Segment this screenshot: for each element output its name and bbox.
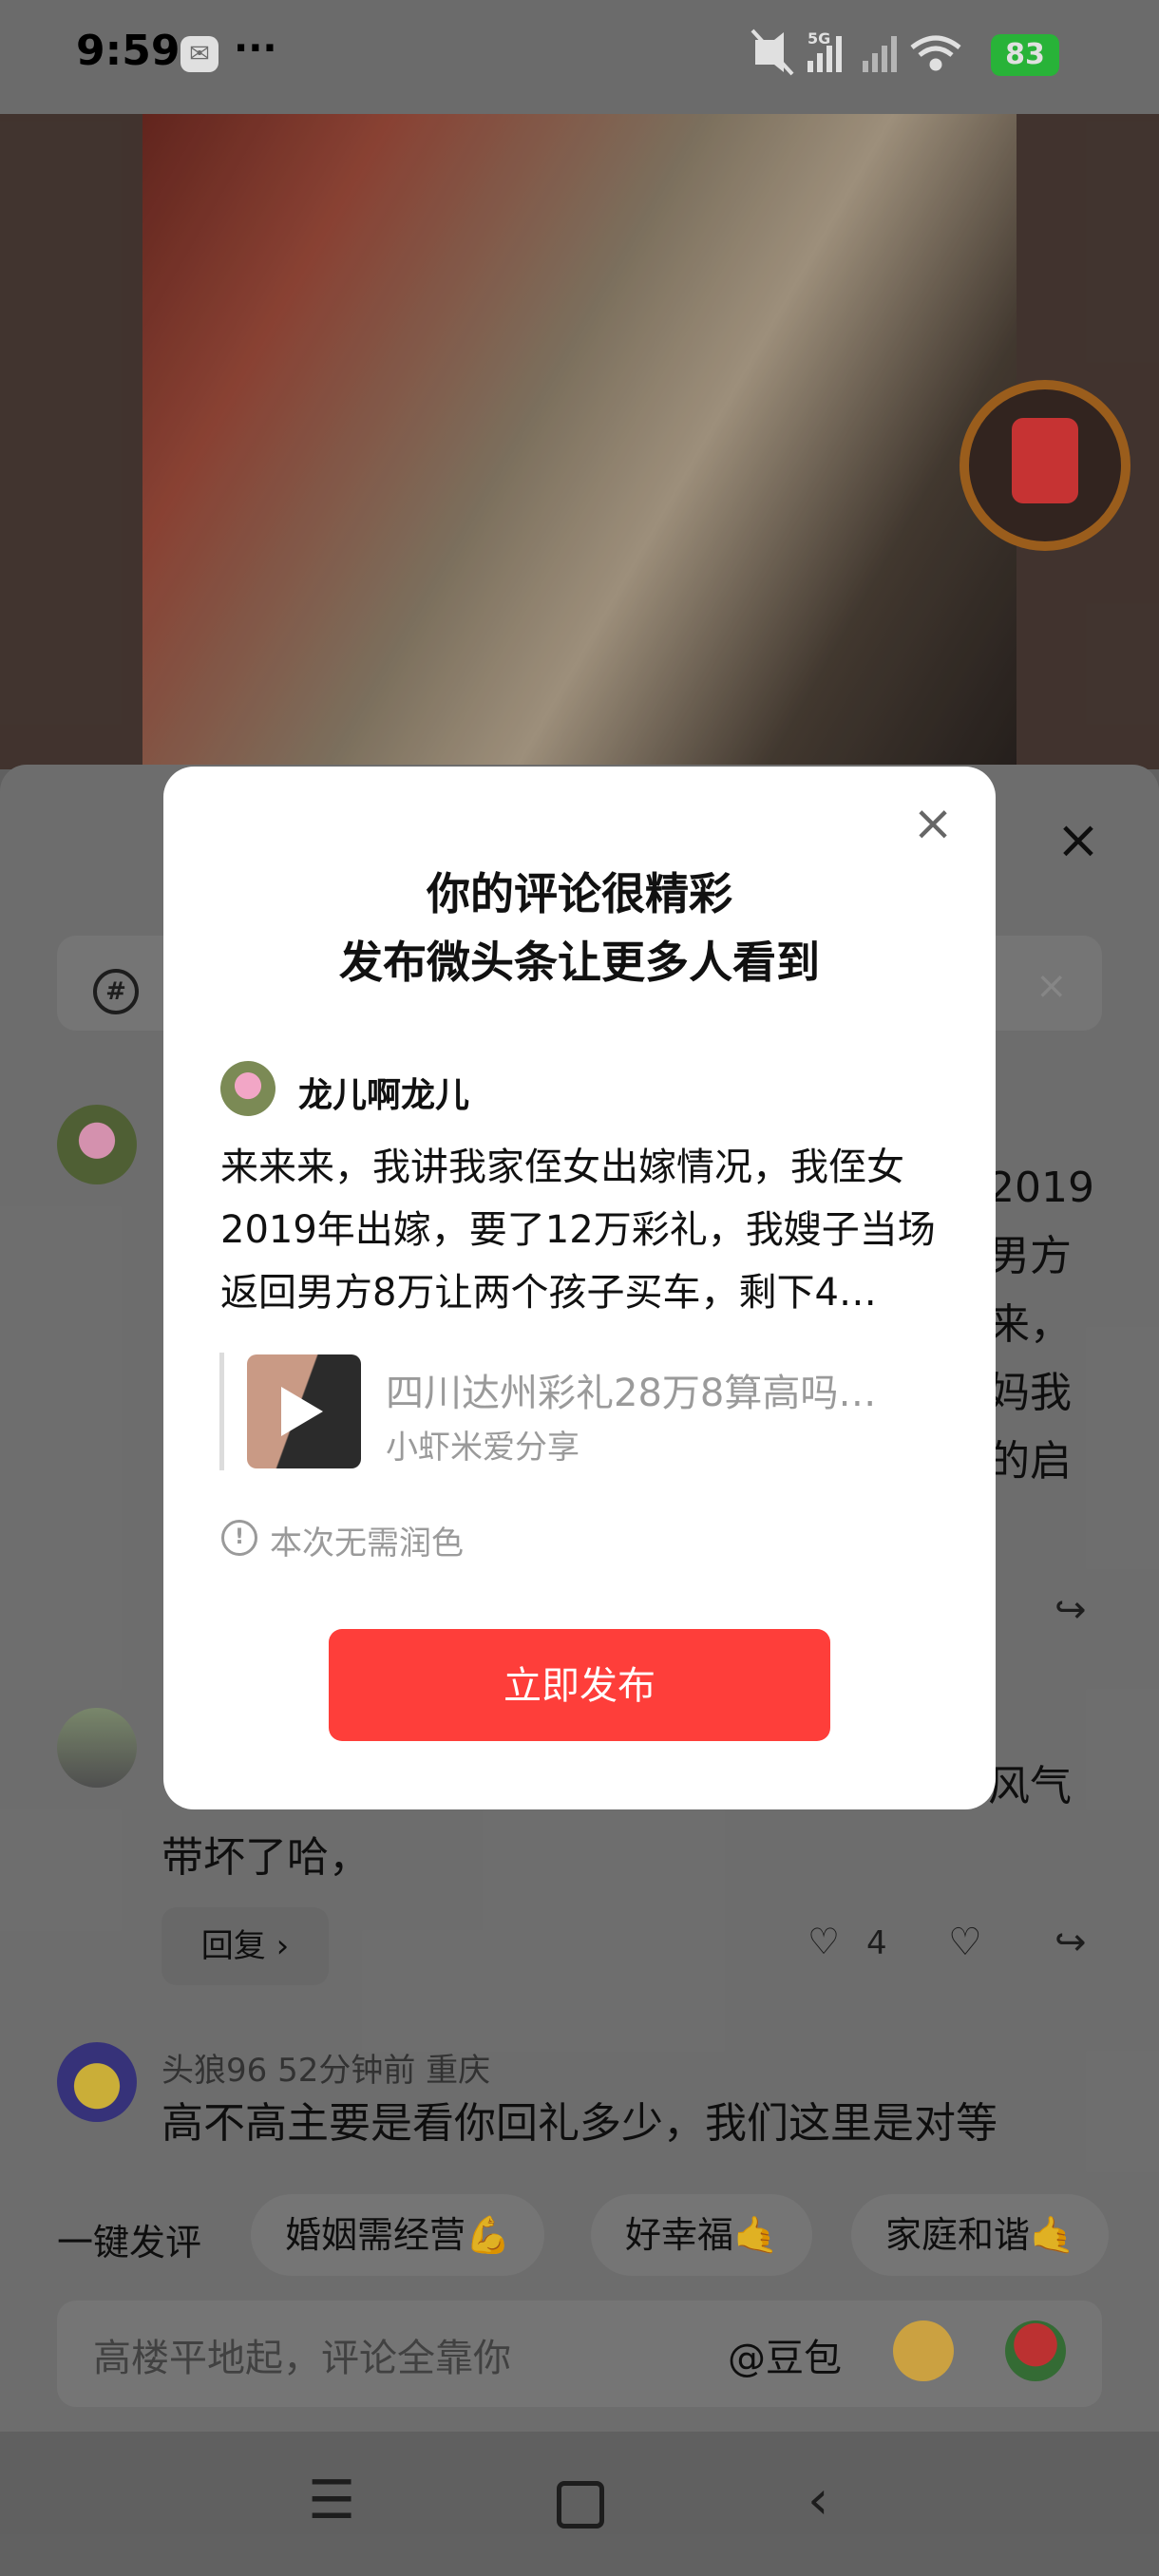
linked-video-title: 四川达州彩礼28万8算高吗… bbox=[386, 1372, 877, 1415]
info-icon: ! bbox=[221, 1520, 257, 1556]
dialog-close-icon[interactable]: × bbox=[912, 799, 954, 848]
dialog-subtitle: 发布微头条让更多人看到 bbox=[339, 937, 820, 988]
dialog-title: 你的评论很精彩 bbox=[427, 868, 732, 919]
linked-video-author: 小虾米爱分享 bbox=[386, 1429, 580, 1467]
play-icon bbox=[281, 1387, 323, 1436]
polish-notice: 本次无需润色 bbox=[270, 1525, 464, 1563]
publish-button[interactable]: 立即发布 bbox=[329, 1629, 830, 1741]
username: 龙儿啊龙儿 bbox=[298, 1076, 470, 1115]
quote-bar bbox=[219, 1353, 224, 1470]
avatar bbox=[220, 1061, 276, 1116]
comment-preview: 来来来，我讲我家侄女出嫁情况，我侄女2019年出嫁，要了12万彩礼，我嫂子当场返… bbox=[220, 1146, 936, 1315]
